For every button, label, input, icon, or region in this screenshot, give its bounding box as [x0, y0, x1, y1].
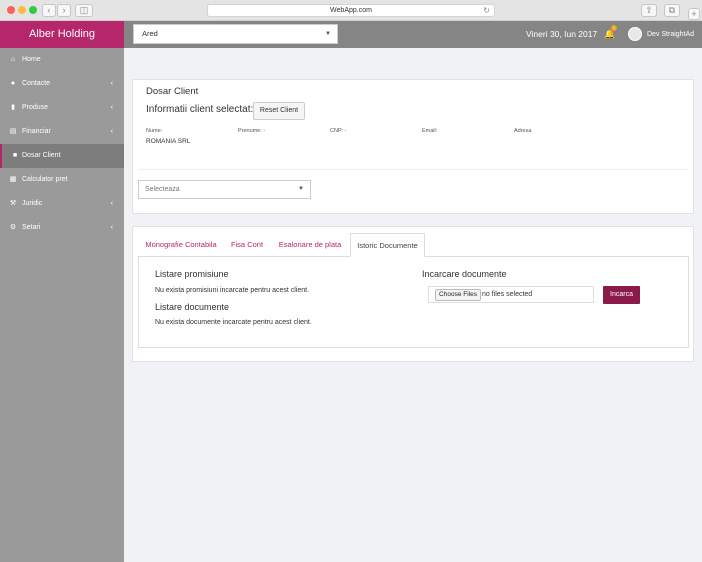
back-icon[interactable]: ‹: [42, 4, 56, 17]
chevron-left-icon: ‹: [110, 224, 113, 231]
current-date: Vineri 30, Iun 2017: [526, 29, 598, 39]
share-icon[interactable]: ⇧: [641, 4, 657, 17]
sidebar-item-contacte[interactable]: ● Contacte ‹: [0, 72, 124, 96]
caret-down-icon: ▼: [325, 31, 331, 37]
tab-esalonare-de-plata[interactable]: Esalonare de plata: [270, 233, 350, 257]
page-title: Dosar Client: [146, 86, 199, 97]
gavel-icon: ⚒: [9, 200, 17, 207]
sidebar-item-label: Calculator pret: [22, 176, 68, 183]
sidebar-item-label: Home: [22, 56, 41, 63]
sidebar-item-label: Produse: [22, 104, 49, 111]
sidebar-item-label: Setari: [22, 224, 41, 231]
documente-empty-text: Nu exista documente incarcate pentru ace…: [155, 319, 312, 326]
promisiuni-heading: Listare promisiune: [155, 269, 229, 279]
sidebar-item-produse[interactable]: ▮ Produse ‹: [0, 96, 124, 120]
field-label-nume: Nume:: [146, 128, 163, 134]
chevron-left-icon: ‹: [110, 80, 113, 87]
promisiuni-empty-text: Nu exista promisiuni incarcate pentru ac…: [155, 287, 310, 294]
browser-chrome: ‹ › ◫ WebApp.com ↻ ⇧ ⧉ +: [0, 0, 702, 21]
tab-monografie-contabila[interactable]: Monografie Contabila: [138, 233, 224, 257]
folder-icon: ■: [12, 152, 18, 159]
file-status-text: no files selected: [482, 291, 533, 298]
tab-fisa-cont[interactable]: Fisa Cont: [224, 233, 270, 257]
tab-panel-istoric-documente: Listare promisiune Nu exista promisiuni …: [138, 257, 689, 348]
url-text: WebApp.com: [330, 7, 372, 14]
chevron-left-icon: ‹: [110, 128, 113, 135]
address-bar[interactable]: WebApp.com ↻: [207, 4, 495, 17]
new-tab-icon[interactable]: +: [688, 8, 700, 20]
money-icon: ▤: [9, 128, 17, 135]
client-info-heading: Informatii client selectat:: [146, 104, 254, 115]
documente-heading: Listare documente: [155, 302, 230, 312]
sidebar-item-financiar[interactable]: ▤ Financiar ‹: [0, 120, 124, 144]
field-label-prenume: Prenume: -: [238, 128, 266, 134]
gears-icon: ⚙: [9, 224, 17, 231]
sidebar-item-calculator-pret[interactable]: ▦ Calculator pret: [0, 168, 124, 192]
tab-bar: Monografie Contabila Fisa Cont Esalonare…: [138, 233, 689, 257]
calculator-icon: ▦: [9, 176, 17, 183]
tabs-overview-icon[interactable]: ⧉: [664, 4, 680, 17]
user-icon: ●: [10, 80, 16, 87]
client-select-placeholder: Selecteaza: [145, 186, 180, 193]
notification-badge: 1: [611, 25, 617, 31]
sidebar-item-label: Contacte: [22, 80, 51, 87]
upload-heading: Incarcare documente: [422, 269, 507, 279]
company-select-value: Ared: [142, 29, 158, 38]
sidebar-toggle-icon[interactable]: ◫: [75, 4, 93, 17]
sidebar-item-home[interactable]: ⌂ Home: [0, 48, 124, 72]
chevron-left-icon: ‹: [110, 104, 113, 111]
minimize-window-icon[interactable]: [18, 6, 26, 14]
sidebar-item-dosar-client[interactable]: ■ Dosar Client: [0, 144, 124, 168]
upload-button[interactable]: Incarca: [603, 286, 640, 304]
field-value-nume: ROMANIA SRL: [146, 138, 191, 145]
documents-card: Monografie Contabila Fisa Cont Esalonare…: [132, 226, 694, 362]
choose-files-button[interactable]: Choose Files: [435, 289, 481, 301]
sidebar-item-label: Juridic: [22, 200, 43, 207]
sidebar-item-label: Financiar: [22, 128, 51, 135]
sidebar-item-juridic[interactable]: ⚒ Juridic ‹: [0, 192, 124, 216]
reset-client-button[interactable]: Reset Client: [253, 102, 305, 120]
field-label-email: Email:: [422, 128, 438, 134]
top-bar: Alber Holding Ared ▼ Vineri 30, Iun 2017…: [0, 21, 702, 48]
divider: [138, 169, 688, 170]
maximize-window-icon[interactable]: [29, 6, 37, 14]
avatar[interactable]: [628, 27, 642, 41]
chevron-left-icon: ‹: [110, 200, 113, 207]
sidebar-item-setari[interactable]: ⚙ Setari ‹: [0, 216, 124, 240]
book-icon: ▮: [11, 104, 15, 111]
home-icon: ⌂: [10, 56, 16, 63]
close-window-icon[interactable]: [7, 6, 15, 14]
tab-istoric-documente[interactable]: Istoric Documente: [350, 233, 425, 257]
forward-icon[interactable]: ›: [57, 4, 71, 17]
field-label-cnp: CNP: -: [330, 128, 347, 134]
brand-logo[interactable]: Alber Holding: [0, 21, 124, 48]
client-select[interactable]: Selecteaza ▼: [138, 180, 311, 199]
company-select[interactable]: Ared ▼: [133, 24, 338, 44]
field-label-adresa: Adresa: [514, 128, 532, 134]
sidebar: ⌂ Home ● Contacte ‹ ▮ Produse ‹ ▤ Financ…: [0, 48, 124, 562]
reload-icon[interactable]: ↻: [483, 5, 490, 16]
sidebar-item-label: Dosar Client: [22, 152, 61, 159]
caret-down-icon: ▼: [298, 186, 304, 192]
user-name[interactable]: Dev StraightAd: [647, 21, 694, 48]
file-input[interactable]: Choose Files no files selected: [428, 286, 594, 303]
client-info-card: Dosar Client Informatii client selectat:…: [132, 79, 694, 214]
